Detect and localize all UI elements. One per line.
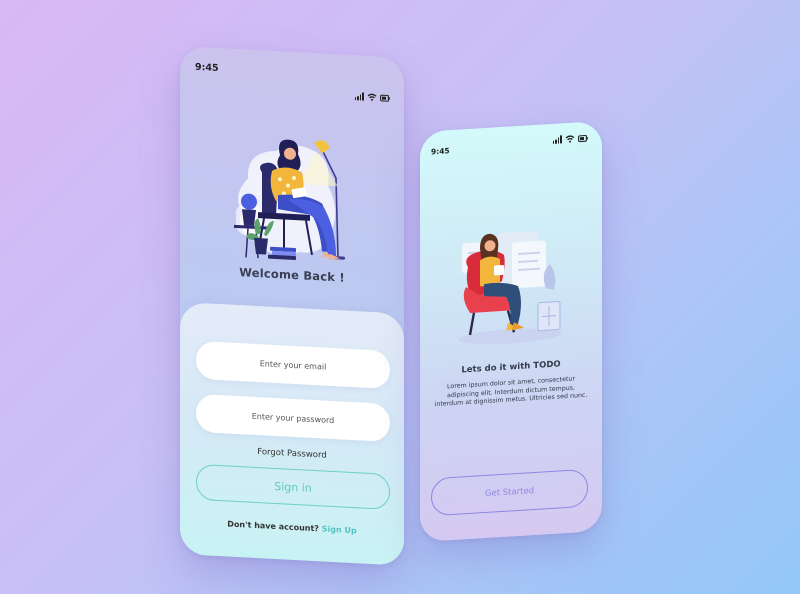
reading-woman-illustration bbox=[234, 139, 345, 261]
password-field[interactable] bbox=[196, 393, 390, 443]
status-icons bbox=[354, 92, 390, 102]
status-time: 9:45 bbox=[195, 61, 219, 75]
sign-in-button[interactable]: Sign in bbox=[196, 463, 390, 511]
sign-up-link[interactable]: Sign Up bbox=[322, 524, 357, 535]
forgot-password-link[interactable]: Forgot Password bbox=[180, 443, 404, 465]
battery-icon bbox=[380, 94, 390, 102]
battery-icon bbox=[578, 134, 588, 143]
todo-description: Lorem ipsum dolor sit amet, consectetur … bbox=[434, 375, 588, 409]
signal-icon bbox=[552, 135, 562, 144]
armchair-woman-illustration bbox=[458, 230, 562, 345]
welcome-title: Welcome Back ! bbox=[239, 265, 345, 285]
wifi-icon bbox=[565, 135, 575, 143]
signup-row: Don't have account? Sign Up bbox=[180, 517, 404, 538]
login-form-card: Forgot Password Sign in Don't have accou… bbox=[180, 302, 404, 566]
onboarding-phone-screen: 9:45 Lets do it with TODO Lorem ipsum do… bbox=[420, 120, 602, 542]
login-phone-screen: 9:45 Welcome Back ! Enter your email For… bbox=[180, 46, 404, 566]
signal-icon bbox=[354, 92, 364, 101]
status-time: 9:45 bbox=[431, 146, 450, 157]
no-account-text: Don't have account? bbox=[227, 519, 319, 534]
email-field[interactable] bbox=[196, 340, 390, 390]
wifi-icon bbox=[367, 93, 377, 101]
get-started-button[interactable]: Get Started bbox=[431, 468, 588, 517]
status-icons bbox=[552, 134, 588, 144]
